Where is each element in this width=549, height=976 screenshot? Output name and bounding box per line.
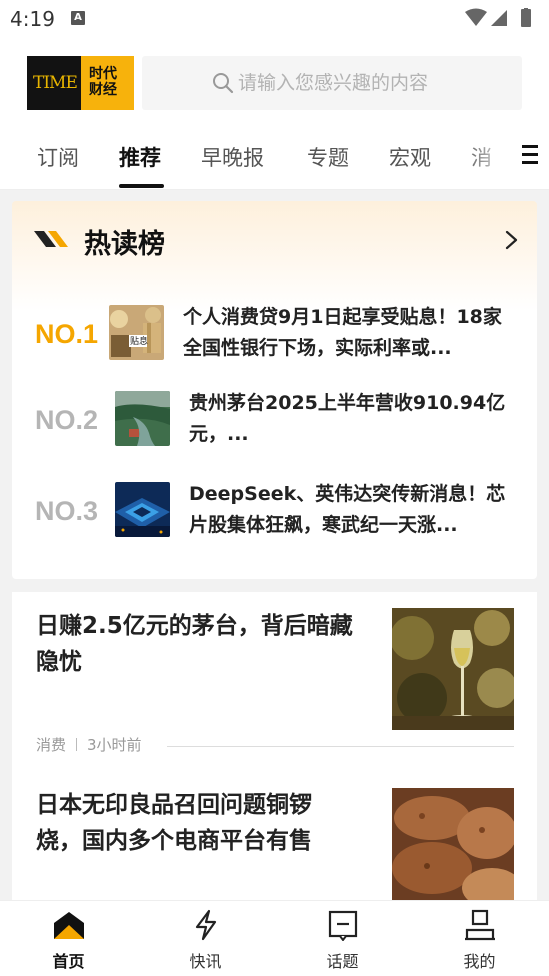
thumbnail-caption: 贴息	[130, 337, 149, 347]
wifi-icon	[465, 8, 487, 26]
nav-label: 我的	[463, 952, 496, 971]
logo-text-line2: 财经	[89, 82, 117, 98]
nav-label: 首页	[52, 952, 85, 971]
notification-icon: A	[71, 11, 85, 25]
nav-flash-news[interactable]: 快讯	[137, 901, 274, 976]
news-image	[392, 788, 514, 900]
search-input[interactable]	[238, 68, 508, 98]
nav-profile[interactable]: 我的	[411, 901, 548, 976]
logo-time-text: TIME	[33, 73, 78, 93]
hot-item-title: DeepSeek、英伟达突传新消息！芯片股集体狂飙，寒武纪一天涨...	[189, 483, 506, 536]
news-time: 3小时前	[87, 736, 142, 754]
profile-icon	[465, 909, 495, 941]
hot-list-title: 热读榜	[84, 229, 165, 260]
hot-reading-card: 热读榜 NO.1 贴息 个人消费贷9月1日起享受贴息！18家全国性银行下场，实际…	[12, 201, 537, 579]
hot-list-item[interactable]: NO.2 贵州茅台2025上半年营收910.94亿元，...	[12, 391, 537, 453]
news-title: 日赚2.5亿元的茅台，背后暗藏隐忧	[36, 613, 353, 675]
news-feed: 日赚2.5亿元的茅台，背后暗藏隐忧 消费 3小时前 日本无印良品召回问题铜锣烧，国…	[12, 592, 537, 900]
news-category: 消费	[36, 736, 67, 754]
battery-icon	[521, 9, 531, 27]
rank-number: NO.3	[35, 496, 99, 526]
rank-number: NO.2	[35, 405, 99, 435]
news-image	[392, 608, 514, 730]
tab-subscribe[interactable]: 订阅	[37, 142, 79, 172]
signal-battery-icons	[465, 8, 531, 27]
news-card[interactable]: 日本无印良品召回问题铜锣烧，国内多个电商平台有售	[12, 772, 537, 900]
topic-icon	[328, 910, 358, 941]
nav-label: 话题	[326, 952, 359, 971]
search-icon	[213, 73, 234, 94]
status-bar: 4:19 A	[0, 0, 549, 38]
nav-topics[interactable]: 话题	[274, 901, 411, 976]
hot-list-item[interactable]: NO.1 贴息 个人消费贷9月1日起享受贴息！18家全国性银行下场，实际利率或.…	[12, 305, 537, 367]
active-tab-indicator	[119, 184, 164, 188]
search-bar[interactable]	[142, 56, 522, 110]
tab-recommend[interactable]: 推荐	[119, 142, 161, 172]
category-tabs: 订阅 推荐 早晚报 专题 宏观 消	[0, 118, 549, 190]
status-time: 4:19	[10, 7, 55, 31]
home-icon	[54, 912, 84, 939]
tab-morning-evening[interactable]: 早晚报	[201, 142, 264, 172]
tab-topics[interactable]: 专题	[307, 142, 349, 172]
hot-item-title: 个人消费贷9月1日起享受贴息！18家全国性银行下场，实际利率或...	[183, 306, 502, 359]
hot-list-icon	[34, 231, 68, 247]
news-thumbnail	[115, 482, 170, 537]
cell-signal-icon	[491, 10, 507, 26]
bottom-navigation: 首页 快讯 话题 我的	[0, 900, 549, 976]
news-meta: 消费 3小时前	[36, 734, 142, 755]
logo-text-line1: 时代	[89, 66, 117, 82]
news-thumbnail: 贴息	[109, 305, 164, 360]
nav-label: 快讯	[189, 952, 222, 971]
chevron-right-icon[interactable]	[501, 229, 521, 251]
rank-number: NO.1	[35, 319, 99, 349]
tab-menu-button[interactable]	[509, 118, 549, 188]
hot-item-title: 贵州茅台2025上半年营收910.94亿元，...	[189, 392, 506, 445]
nav-home[interactable]: 首页	[0, 901, 137, 976]
news-card[interactable]: 日赚2.5亿元的茅台，背后暗藏隐忧 消费 3小时前	[12, 592, 537, 772]
lightning-icon	[195, 909, 217, 941]
hot-list-item[interactable]: NO.3 DeepSeek、英伟达突传新消息！芯片股集体狂飙，寒武纪一天涨...	[12, 482, 537, 544]
divider	[167, 746, 514, 747]
tab-macro[interactable]: 宏观	[389, 142, 431, 172]
news-title: 日本无印良品召回问题铜锣烧，国内多个电商平台有售	[36, 792, 312, 854]
app-header: TIME 时代 财经	[0, 38, 549, 118]
news-thumbnail	[115, 391, 170, 446]
app-logo[interactable]: TIME 时代 财经	[27, 56, 134, 110]
